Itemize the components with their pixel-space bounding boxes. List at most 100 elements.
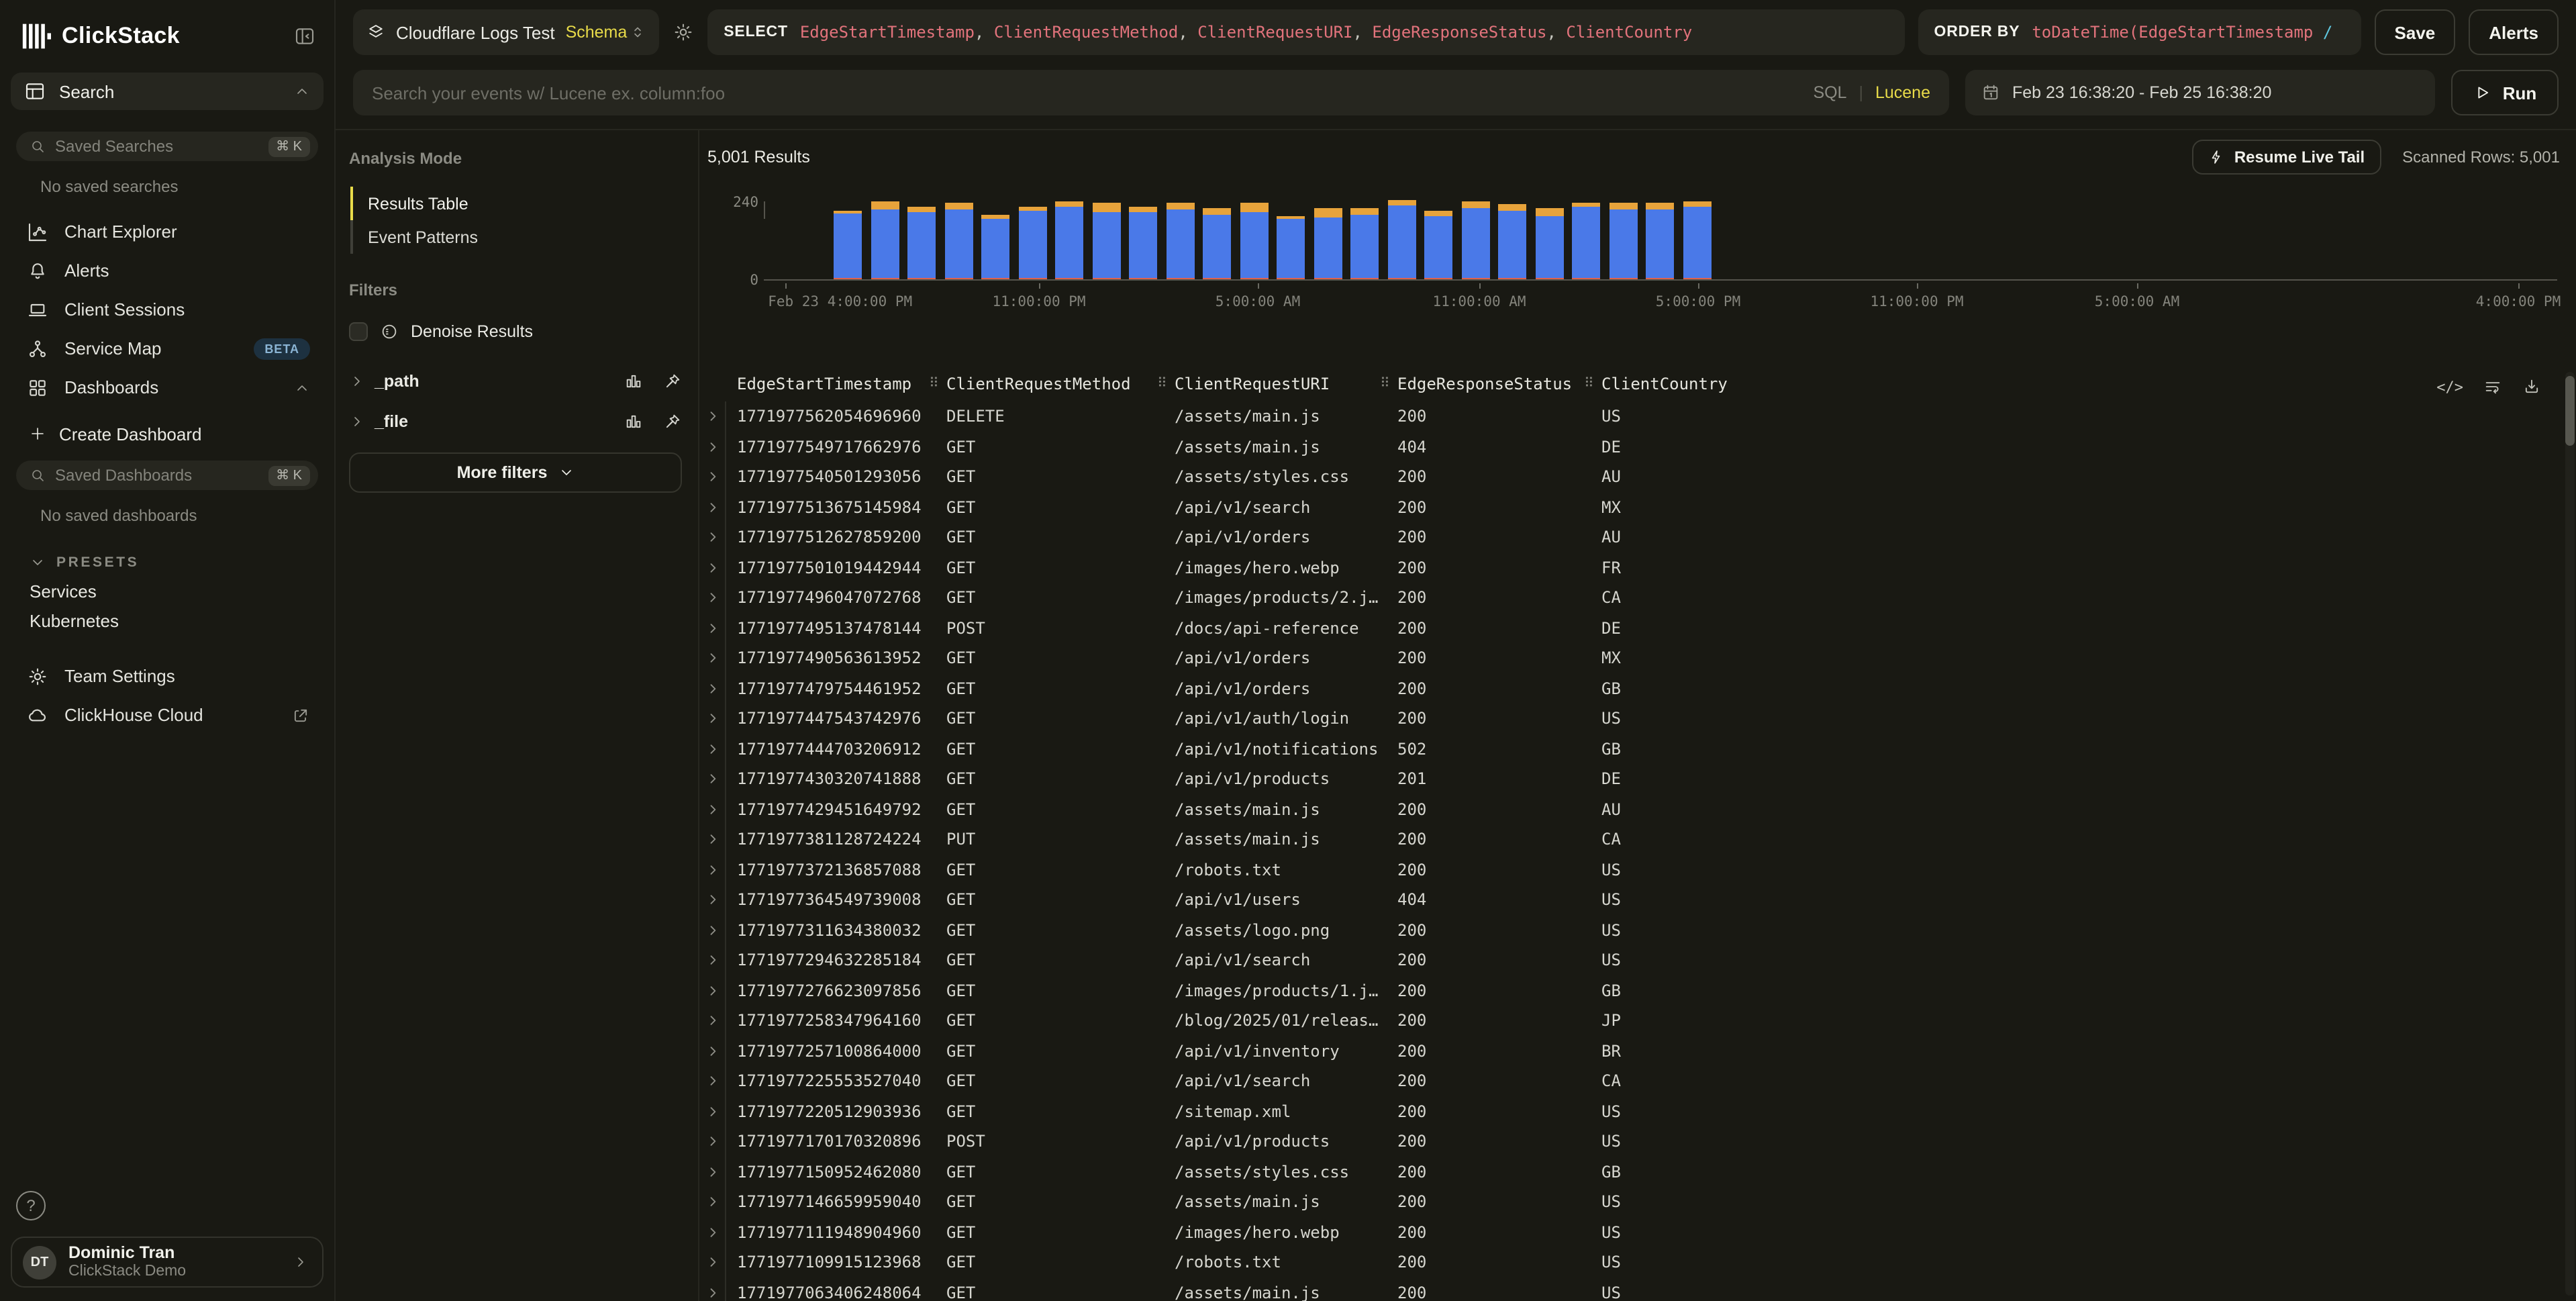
table-row[interactable]: 1771977372136857088GET/robots.txt200US	[699, 855, 2560, 885]
scrollbar-thumb[interactable]	[2565, 376, 2575, 446]
expand-row-icon[interactable]	[699, 432, 726, 462]
sidebar-item-search[interactable]: Search	[11, 73, 324, 110]
histogram-bar[interactable]	[834, 211, 862, 279]
expand-row-icon[interactable]	[699, 1157, 726, 1187]
histogram-bar[interactable]	[1092, 203, 1120, 279]
table-row[interactable]: 1771977540501293056GET/assets/styles.css…	[699, 462, 2560, 492]
table-row[interactable]: 1771977111948904960GET/images/hero.webp2…	[699, 1217, 2560, 1247]
expand-row-icon[interactable]	[699, 1278, 726, 1301]
field-chart-icon[interactable]	[624, 372, 643, 391]
preset-item-services[interactable]: Services	[11, 576, 324, 606]
sidebar-item-chart-explorer[interactable]: Chart Explorer	[11, 212, 324, 251]
expand-row-icon[interactable]	[699, 794, 726, 824]
expand-row-icon[interactable]	[699, 643, 726, 673]
histogram-bar[interactable]	[1461, 201, 1489, 279]
table-row[interactable]: 1771977513675145984GET/api/v1/search200M…	[699, 492, 2560, 522]
table-row[interactable]: 1771977150952462080GET/assets/styles.css…	[699, 1157, 2560, 1187]
presets-toggle[interactable]: PRESETS	[30, 555, 324, 571]
expand-row-icon[interactable]	[699, 1126, 726, 1157]
table-row[interactable]: 1771977444703206912GET/api/v1/notificati…	[699, 734, 2560, 764]
mode-event-patterns[interactable]: Event Patterns	[349, 220, 682, 254]
table-row[interactable]: 1771977381128724224PUT/assets/main.js200…	[699, 824, 2560, 855]
filter-field-file[interactable]: _file	[349, 401, 682, 442]
chevron-up-icon[interactable]	[294, 379, 310, 395]
sidebar-item-dashboards[interactable]: Dashboards	[11, 368, 324, 407]
table-row[interactable]: 1771977447543742976GET/api/v1/auth/login…	[699, 704, 2560, 734]
histogram-bar[interactable]	[1424, 211, 1452, 279]
table-row[interactable]: 1771977220512903936GET/sitemap.xml200US	[699, 1096, 2560, 1126]
table-row[interactable]: 1771977257100864000GET/api/v1/inventory2…	[699, 1036, 2560, 1066]
expand-row-icon[interactable]	[699, 885, 726, 915]
lucene-mode-button[interactable]: Lucene	[1875, 83, 1930, 102]
vertical-scrollbar[interactable]	[2565, 372, 2575, 1296]
histogram-bar[interactable]	[1018, 207, 1046, 279]
table-row[interactable]: 1771977258347964160GET/blog/2025/01/rele…	[699, 1006, 2560, 1036]
drag-handle-icon[interactable]: ⠿	[1380, 377, 1390, 391]
create-dashboard-button[interactable]: Create Dashboard	[11, 415, 324, 452]
table-row[interactable]: 1771977225553527040GET/api/v1/search200C…	[699, 1066, 2560, 1096]
expand-row-icon[interactable]	[699, 975, 726, 1006]
expand-row-icon[interactable]	[699, 734, 726, 764]
table-row[interactable]: 1771977146659959040GET/assets/main.js200…	[699, 1187, 2560, 1217]
histogram-bar[interactable]	[981, 215, 1009, 279]
expand-row-icon[interactable]	[699, 673, 726, 704]
histogram-bar[interactable]	[1277, 216, 1305, 279]
search-input[interactable]	[353, 70, 1949, 115]
histogram-bar[interactable]	[1572, 202, 1600, 279]
expand-row-icon[interactable]	[699, 1066, 726, 1096]
expand-row-icon[interactable]	[699, 1187, 726, 1217]
column-header-ClientRequestURI[interactable]: ⠿ClientRequestURI	[1156, 367, 1379, 401]
histogram-bar[interactable]	[907, 207, 936, 279]
sidebar-item-team-settings[interactable]: Team Settings	[11, 657, 324, 695]
table-row[interactable]: 1771977063406248064GET/assets/main.js200…	[699, 1278, 2560, 1301]
resume-live-tail-button[interactable]: Resume Live Tail	[2193, 140, 2381, 175]
table-row[interactable]: 1771977512627859200GET/api/v1/orders200A…	[699, 522, 2560, 552]
table-row[interactable]: 1771977276623097856GET/images/products/1…	[699, 975, 2560, 1006]
saved-searches-input[interactable]: Saved Searches ⌘ K	[16, 132, 318, 161]
table-row[interactable]: 1771977490563613952GET/api/v1/orders200M…	[699, 643, 2560, 673]
histogram-bar[interactable]	[1203, 208, 1231, 279]
histogram-bar[interactable]	[1350, 208, 1379, 279]
drag-handle-icon[interactable]: ⠿	[1584, 377, 1594, 391]
preset-item-kubernetes[interactable]: Kubernetes	[11, 606, 324, 635]
more-filters-button[interactable]: More filters	[349, 452, 682, 493]
histogram-bar[interactable]	[1387, 200, 1416, 279]
sidebar-item-service-map[interactable]: Service Map BETA	[11, 329, 324, 368]
sql-mode-button[interactable]: SQL	[1813, 83, 1846, 102]
histogram-bar[interactable]	[1240, 203, 1268, 279]
histogram-bar[interactable]	[1646, 203, 1674, 279]
expand-row-icon[interactable]	[699, 462, 726, 492]
field-pin-icon[interactable]	[663, 372, 682, 391]
user-menu[interactable]: DT Dominic Tran ClickStack Demo	[11, 1237, 324, 1288]
expand-row-icon[interactable]	[699, 1217, 726, 1247]
chevron-up-icon[interactable]	[294, 83, 310, 99]
histogram-bar[interactable]	[1166, 202, 1194, 279]
table-row[interactable]: 1771977549717662976GET/assets/main.js404…	[699, 432, 2560, 462]
table-row[interactable]: 1771977364549739008GET/api/v1/users404US	[699, 885, 2560, 915]
table-row[interactable]: 1771977562054696960DELETE/assets/main.js…	[699, 401, 2560, 432]
expand-row-icon[interactable]	[699, 613, 726, 643]
table-row[interactable]: 1771977501019442944GET/images/hero.webp2…	[699, 552, 2560, 583]
histogram-bar[interactable]	[1498, 203, 1526, 279]
expand-row-icon[interactable]	[699, 1247, 726, 1278]
date-range-picker[interactable]: Feb 23 16:38:20 - Feb 25 16:38:20	[1965, 70, 2435, 115]
histogram-bar[interactable]	[871, 201, 899, 279]
table-row[interactable]: 1771977496047072768GET/images/products/2…	[699, 583, 2560, 613]
column-header-EdgeResponseStatus[interactable]: ⠿EdgeResponseStatus	[1379, 367, 1583, 401]
field-pin-icon[interactable]	[663, 412, 682, 431]
column-header-EdgeStartTimestamp[interactable]: EdgeStartTimestamp	[726, 367, 928, 401]
column-header-ClientCountry[interactable]: ⠿ClientCountry	[1583, 367, 2560, 401]
alerts-button[interactable]: Alerts	[2469, 9, 2559, 55]
sidebar-item-client-sessions[interactable]: Client Sessions	[11, 290, 324, 329]
histogram-bar[interactable]	[1314, 209, 1342, 279]
run-button[interactable]: Run	[2451, 70, 2559, 115]
sidebar-item-alerts[interactable]: Alerts	[11, 251, 324, 290]
table-row[interactable]: 1771977430320741888GET/api/v1/products20…	[699, 764, 2560, 794]
collapse-sidebar-icon[interactable]	[294, 26, 315, 47]
histogram-bar[interactable]	[1683, 202, 1711, 280]
histogram-bar[interactable]	[1609, 203, 1637, 279]
expand-row-icon[interactable]	[699, 704, 726, 734]
expand-row-icon[interactable]	[699, 552, 726, 583]
drag-handle-icon[interactable]: ⠿	[929, 377, 939, 391]
histogram-bar[interactable]	[944, 203, 973, 279]
